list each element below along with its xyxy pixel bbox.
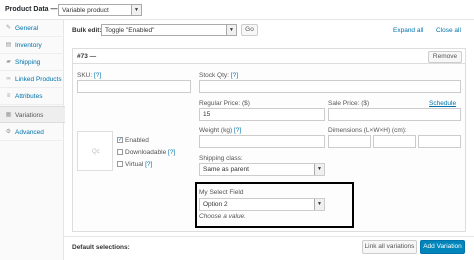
custom-select-label: My Select Field	[199, 189, 244, 196]
tab-shipping[interactable]: ▰ Shipping	[0, 54, 64, 71]
downloadable-checkbox[interactable]	[117, 149, 123, 156]
default-selections-label: Default selections:	[72, 244, 130, 251]
tab-variations[interactable]: ▦ Variations	[0, 106, 65, 123]
tab-label: Linked Products	[15, 76, 62, 83]
virtual-label: Virtual	[125, 161, 144, 168]
enabled-checkbox-row[interactable]: Enabled	[117, 136, 149, 144]
custom-select-hint: Choose a value.	[199, 213, 246, 220]
tab-general[interactable]: ✎ General	[0, 20, 64, 37]
product-data-tabs: ✎ General ▤ Inventory ▰ Shipping ∞ Linked Pr…	[0, 20, 65, 260]
product-type-value: Variable product	[62, 7, 109, 14]
chevron-down-icon: ▼	[131, 5, 141, 15]
gear-icon: ⚙	[5, 129, 12, 135]
variation-number: #73 —	[77, 53, 97, 60]
regular-price-label: Regular Price: ($)	[199, 100, 250, 107]
regular-price-input[interactable]: 15	[199, 108, 325, 121]
link-icon: ∞	[6, 76, 11, 82]
bulk-edit-select[interactable]: Toggle "Enabled" ▼	[101, 24, 237, 36]
expand-all-link[interactable]: Expand all	[393, 27, 423, 34]
weight-label-text: Weight (kg)	[199, 127, 233, 134]
product-data-title: Product Data —	[5, 6, 58, 13]
stock-qty-label-text: Stock Qty:	[199, 72, 229, 79]
footer-divider	[64, 236, 474, 237]
weight-input[interactable]	[199, 135, 325, 148]
tab-attributes[interactable]: ≡ Attributes	[0, 88, 64, 105]
custom-select-value: Option 2	[203, 201, 228, 208]
tab-label: Inventory	[15, 42, 42, 49]
tab-advanced[interactable]: ⚙ Advanced	[0, 124, 64, 141]
sku-label: SKU: [?]	[77, 72, 101, 79]
shipping-class-value: Same as parent	[203, 166, 249, 173]
width-input[interactable]	[373, 135, 416, 148]
product-type-select[interactable]: Variable product ▼	[58, 4, 142, 16]
tab-label: Advanced	[15, 129, 44, 136]
height-input[interactable]	[418, 135, 461, 148]
stock-qty-help-link[interactable]: [?]	[231, 72, 238, 79]
tab-label: Attributes	[15, 93, 43, 100]
bulk-edit-label: Bulk edit:	[72, 27, 102, 34]
go-button[interactable]: Go	[241, 24, 258, 36]
add-variation-button[interactable]: Add Variation	[420, 240, 465, 254]
sku-help-link[interactable]: [?]	[94, 72, 101, 79]
sku-input[interactable]	[77, 80, 191, 93]
length-input[interactable]	[328, 135, 371, 148]
dimensions-label: Dimensions (L×W×H) (cm):	[328, 127, 407, 134]
tab-label: General	[15, 25, 39, 32]
image-placeholder: Qc	[92, 149, 100, 155]
sku-label-text: SKU:	[77, 72, 93, 79]
tab-linked-products[interactable]: ∞ Linked Products	[0, 71, 64, 88]
variation-header[interactable]	[72, 48, 466, 64]
stock-qty-label: Stock Qty: [?]	[199, 72, 238, 79]
schedule-link[interactable]: Schedule	[429, 100, 456, 107]
virtual-checkbox-row[interactable]: Virtual [?]	[117, 161, 152, 168]
weight-help-link[interactable]: [?]	[234, 127, 241, 134]
downloadable-checkbox-row[interactable]: Downloadable [?]	[117, 149, 175, 156]
chevron-down-icon: ▼	[314, 164, 324, 175]
list-icon: ≡	[6, 93, 11, 99]
shipping-class-select[interactable]: Same as parent ▼	[199, 163, 325, 176]
enabled-checkbox[interactable]	[117, 136, 123, 144]
clipboard-icon: ▤	[5, 42, 12, 48]
chevron-down-icon: ▼	[226, 25, 236, 35]
shipping-class-label: Shipping class:	[199, 155, 243, 162]
tab-label: Variations	[15, 112, 44, 119]
custom-select-field[interactable]: Option 2 ▼	[199, 198, 325, 211]
remove-variation-button[interactable]: Remove	[428, 51, 462, 63]
truck-icon: ▰	[6, 59, 11, 65]
wrench-icon: ✎	[5, 25, 12, 31]
downloadable-help-link[interactable]: [?]	[168, 149, 175, 156]
enabled-label: Enabled	[125, 137, 149, 144]
virtual-help-link[interactable]: [?]	[145, 161, 152, 168]
tab-label: Shipping	[15, 59, 41, 66]
grid-icon: ▦	[5, 112, 12, 118]
weight-label: Weight (kg) [?]	[199, 127, 241, 134]
link-all-variations-button[interactable]: Link all variations	[362, 240, 417, 254]
sale-price-input[interactable]	[328, 108, 461, 121]
bulk-edit-value: Toggle "Enabled"	[105, 27, 155, 34]
stock-qty-input[interactable]	[199, 80, 461, 93]
virtual-checkbox[interactable]	[117, 161, 123, 168]
downloadable-label: Downloadable	[125, 149, 167, 156]
tab-inventory[interactable]: ▤ Inventory	[0, 37, 64, 54]
close-all-link[interactable]: Close all	[436, 27, 461, 34]
chevron-down-icon: ▼	[314, 199, 324, 210]
sale-price-label: Sale Price: ($)	[328, 100, 370, 107]
